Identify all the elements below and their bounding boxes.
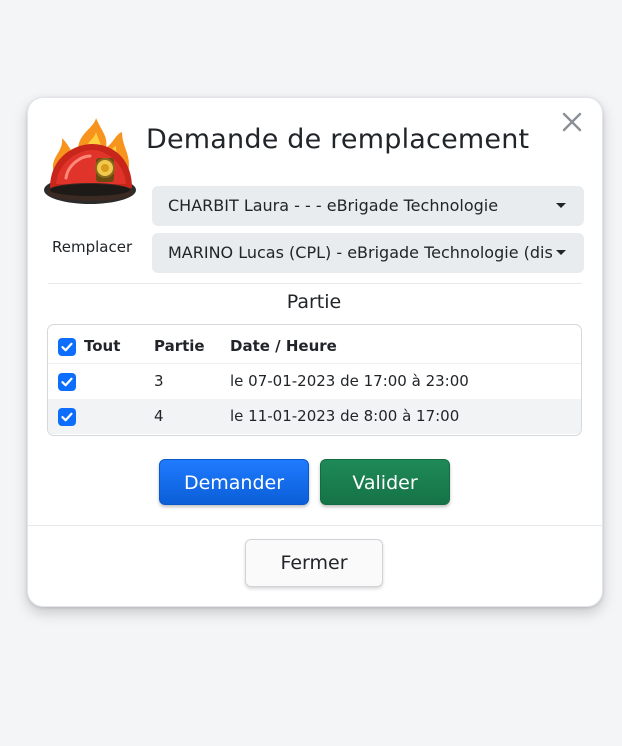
footer-divider [27, 525, 603, 526]
person-select-value: CHARBIT Laura - - - eBrigade Technologie [168, 196, 499, 215]
firefighter-helmet-icon [36, 118, 142, 210]
divider [48, 283, 582, 284]
table-header-row: Tout Partie Date / Heure [48, 329, 581, 363]
row-checkbox[interactable] [58, 408, 76, 426]
header-partie: Partie [154, 337, 205, 355]
demander-button[interactable]: Demander [159, 459, 309, 505]
fermer-button[interactable]: Fermer [245, 539, 383, 587]
checkmark-icon [61, 377, 73, 387]
chevron-down-icon [556, 250, 566, 255]
remplacer-label: Remplacer [52, 238, 133, 256]
header-date-heure: Date / Heure [230, 337, 337, 355]
valider-button[interactable]: Valider [320, 459, 450, 505]
row-partie: 4 [154, 407, 164, 425]
close-icon [562, 112, 582, 132]
select-all-checkbox[interactable] [58, 338, 76, 356]
partie-table: Tout Partie Date / Heure 3 le 07-01-2023… [47, 324, 582, 436]
header-tout: Tout [84, 337, 121, 355]
person-select[interactable]: CHARBIT Laura - - - eBrigade Technologie [152, 186, 584, 226]
table-row: 3 le 07-01-2023 de 17:00 à 23:00 [48, 364, 581, 399]
replacement-select-value: MARINO Lucas (CPL) - eBrigade Technologi… [168, 243, 552, 262]
row-date-heure: le 11-01-2023 de 8:00 à 17:00 [230, 407, 460, 425]
chevron-down-icon [556, 203, 566, 208]
partie-section-title: Partie [286, 291, 342, 313]
row-partie: 3 [154, 372, 164, 390]
checkmark-icon [61, 412, 73, 422]
replacement-select[interactable]: MARINO Lucas (CPL) - eBrigade Technologi… [152, 233, 584, 273]
modal-title: Demande de remplacement [146, 124, 530, 155]
row-date-heure: le 07-01-2023 de 17:00 à 23:00 [230, 372, 469, 390]
row-checkbox[interactable] [58, 373, 76, 391]
checkmark-icon [61, 342, 73, 352]
close-button[interactable] [558, 108, 586, 136]
table-row: 4 le 11-01-2023 de 8:00 à 17:00 [48, 399, 581, 434]
